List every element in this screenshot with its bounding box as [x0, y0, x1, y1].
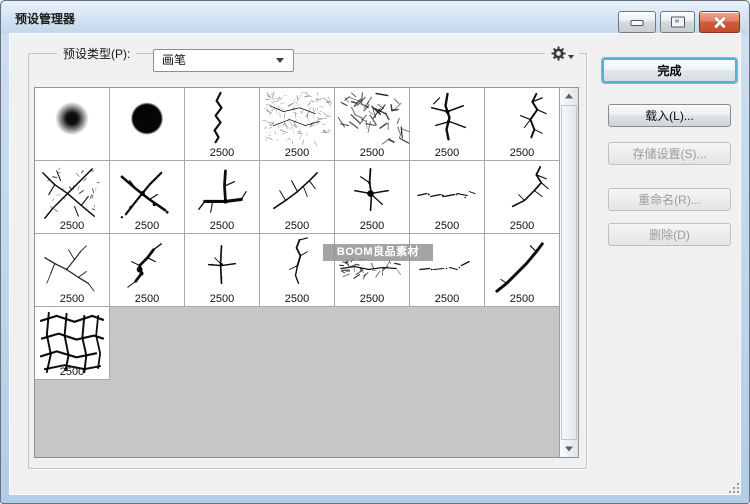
brush-size-label: 2500	[185, 220, 259, 232]
close-button[interactable]	[699, 11, 740, 33]
brush-preset[interactable]: 2500	[260, 88, 335, 161]
brush-size-label: 2500	[35, 293, 109, 305]
hard-round-brush	[110, 88, 184, 160]
minimize-button[interactable]	[618, 11, 656, 33]
preset-type-dropdown[interactable]: 画笔	[153, 49, 294, 72]
brush-size-label: 2500	[35, 366, 109, 378]
titlebar[interactable]: 预设管理器	[2, 1, 748, 34]
brush-size-label: 2500	[110, 220, 184, 232]
preset-manager-dialog: 预设管理器 预设类型(P): 画笔 2500250025002500250025…	[0, 0, 750, 504]
preset-type-label: 预设类型(P):	[57, 47, 136, 61]
brush-size-label: 2500	[335, 147, 409, 159]
done-button[interactable]: 完成	[602, 58, 737, 83]
brush-preset[interactable]: 2500	[410, 161, 485, 234]
brush-preset[interactable]: 2500	[485, 234, 560, 307]
brush-size-label: 2500	[410, 147, 484, 159]
brush-preset[interactable]: 2500	[260, 161, 335, 234]
brush-size-label: 2500	[335, 293, 409, 305]
brush-preset[interactable]	[35, 88, 110, 161]
brush-preset[interactable]: 2500	[485, 161, 560, 234]
brush-preset[interactable]: 2500	[35, 234, 110, 307]
preset-grid-panel: 2500250025002500250025002500250025002500…	[34, 87, 579, 458]
brush-size-label: 2500	[335, 220, 409, 232]
brush-size-label: 2500	[185, 147, 259, 159]
maximize-button[interactable]	[660, 11, 695, 33]
brush-preset[interactable]	[110, 88, 185, 161]
rename-button: 重命名(R)...	[608, 188, 731, 211]
brush-preset[interactable]: 2500	[185, 88, 260, 161]
brush-size-label: 2500	[260, 293, 334, 305]
save-set-button: 存储设置(S)...	[608, 142, 731, 165]
soft-round-brush	[35, 88, 109, 160]
preset-type-value: 画笔	[162, 53, 186, 67]
scrollbar-thumb[interactable]	[561, 105, 577, 440]
brush-preset[interactable]: 2500	[110, 234, 185, 307]
scrollbar-up-button[interactable]	[560, 88, 578, 104]
brush-size-label: 2500	[260, 220, 334, 232]
brush-preset[interactable]: 2500	[35, 161, 110, 234]
scrollbar[interactable]	[559, 88, 578, 457]
close-icon	[713, 15, 727, 29]
delete-button: 删除(D)	[608, 223, 731, 246]
scrollbar-down-button[interactable]	[560, 441, 578, 457]
minimize-icon	[631, 20, 644, 26]
brush-size-label: 2500	[260, 147, 334, 159]
chevron-down-icon	[276, 58, 284, 63]
maximize-icon	[671, 17, 685, 28]
brush-preset[interactable]: 2500	[335, 161, 410, 234]
brush-preset[interactable]: 2500	[485, 88, 560, 161]
brush-preset[interactable]: 2500	[35, 307, 110, 380]
brush-preset[interactable]: 2500	[110, 161, 185, 234]
brush-size-label: 2500	[35, 220, 109, 232]
brush-size-label: 2500	[410, 293, 484, 305]
brush-size-label: 2500	[185, 293, 259, 305]
preset-menu-button[interactable]	[545, 44, 579, 63]
brush-size-label: 2500	[110, 293, 184, 305]
brush-size-label: 2500	[410, 220, 484, 232]
brush-size-label: 2500	[485, 293, 559, 305]
resize-grip[interactable]	[727, 481, 741, 495]
brush-preset[interactable]: 2500	[185, 234, 260, 307]
gear-icon	[551, 46, 566, 61]
brush-preset[interactable]: 2500	[410, 88, 485, 161]
window-title: 预设管理器	[15, 10, 75, 27]
chevron-down-icon	[568, 55, 574, 59]
load-button[interactable]: 载入(L)...	[608, 104, 731, 127]
brush-preset[interactable]: 2500	[335, 88, 410, 161]
brush-preset-grid: 2500250025002500250025002500250025002500…	[35, 88, 560, 457]
watermark: BOOM良品素材	[323, 244, 433, 261]
brush-size-label: 2500	[485, 147, 559, 159]
brush-size-label: 2500	[485, 220, 559, 232]
triangle-down-icon	[565, 447, 573, 452]
window-controls	[618, 11, 740, 33]
brush-preset[interactable]: 2500	[185, 161, 260, 234]
triangle-up-icon	[565, 94, 573, 99]
